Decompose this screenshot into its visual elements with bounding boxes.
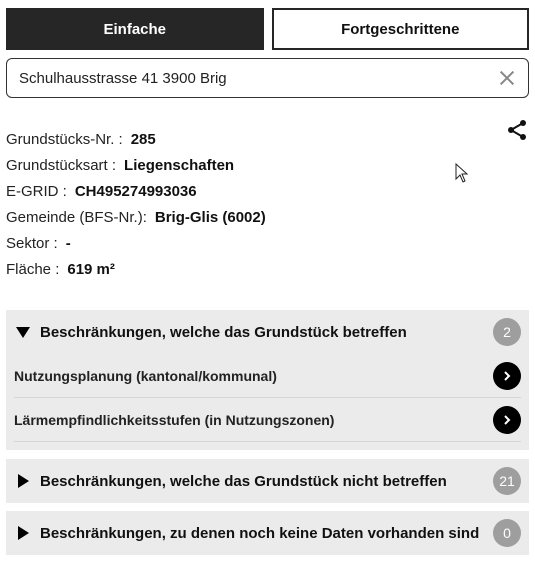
restriction-item[interactable]: Lärmempfindlichkeitsstufen (in Nutzungsz…	[14, 398, 521, 442]
parcel-row: Fläche : 619 m²	[6, 256, 496, 282]
search-mode-tabs: Einfache Fortgeschrittene	[6, 8, 529, 50]
restriction-item[interactable]: Nutzungsplanung (kantonal/kommunal)	[14, 354, 521, 398]
tab-advanced[interactable]: Fortgeschrittene	[271, 8, 529, 50]
parcel-row: Grundstücksart : Liegenschaften	[6, 152, 496, 178]
tab-simple[interactable]: Einfache	[6, 8, 264, 50]
parcel-row: Sektor : -	[6, 230, 496, 256]
mouse-cursor-icon	[455, 162, 469, 183]
parcel-value: Brig-Glis (6002)	[154, 208, 266, 226]
section-concerned: Beschränkungen, welche das Grundstück be…	[6, 310, 529, 450]
chevron-right-icon[interactable]	[493, 361, 521, 390]
parcel-value: -	[65, 234, 71, 252]
search-input[interactable]	[19, 69, 498, 87]
parcel-info: Grundstücks-Nr. : 285 Grundstücksart : L…	[6, 126, 496, 282]
parcel-row: Grundstücks-Nr. : 285	[6, 126, 496, 152]
count-badge: 21	[493, 467, 521, 495]
parcel-value: 619 m²	[67, 260, 115, 278]
search-box	[6, 58, 529, 98]
parcel-label: E-GRID :	[6, 182, 67, 200]
parcel-label: Fläche :	[6, 260, 60, 278]
parcel-value: Liegenschaften	[124, 156, 235, 174]
chevron-right-icon[interactable]	[493, 405, 521, 434]
parcel-label: Grundstücks-Nr. :	[6, 130, 123, 148]
triangle-right-icon	[18, 474, 29, 488]
count-badge: 0	[493, 519, 521, 547]
parcel-label: Sektor :	[6, 234, 58, 252]
parcel-row: E-GRID : CH495274993036	[6, 178, 496, 204]
parcel-value: 285	[130, 130, 156, 148]
section-no-data-header[interactable]: Beschränkungen, zu denen noch keine Date…	[6, 511, 529, 555]
section-title: Beschränkungen, zu denen noch keine Date…	[40, 524, 480, 542]
restriction-label: Lärmempfindlichkeitsstufen (in Nutzungsz…	[14, 411, 335, 428]
triangle-right-icon	[18, 526, 29, 540]
section-no-data: Beschränkungen, zu denen noch keine Date…	[6, 511, 529, 555]
parcel-label: Grundstücksart :	[6, 156, 117, 174]
section-not-concerned: Beschränkungen, welche das Grundstück ni…	[6, 459, 529, 503]
parcel-row: Gemeinde (BFS-Nr.): Brig-Glis (6002)	[6, 204, 496, 230]
parcel-value: CH495274993036	[74, 182, 197, 200]
close-icon[interactable]	[498, 69, 516, 87]
parcel-label: Gemeinde (BFS-Nr.):	[6, 208, 147, 226]
count-badge: 2	[493, 318, 521, 346]
section-concerned-header[interactable]: Beschränkungen, welche das Grundstück be…	[6, 310, 529, 354]
section-not-concerned-header[interactable]: Beschränkungen, welche das Grundstück ni…	[6, 459, 529, 503]
triangle-down-icon	[16, 327, 30, 338]
share-icon[interactable]	[505, 118, 529, 142]
restriction-label: Nutzungsplanung (kantonal/kommunal)	[14, 367, 277, 384]
section-title: Beschränkungen, welche das Grundstück ni…	[40, 472, 447, 490]
section-title: Beschränkungen, welche das Grundstück be…	[40, 323, 407, 341]
